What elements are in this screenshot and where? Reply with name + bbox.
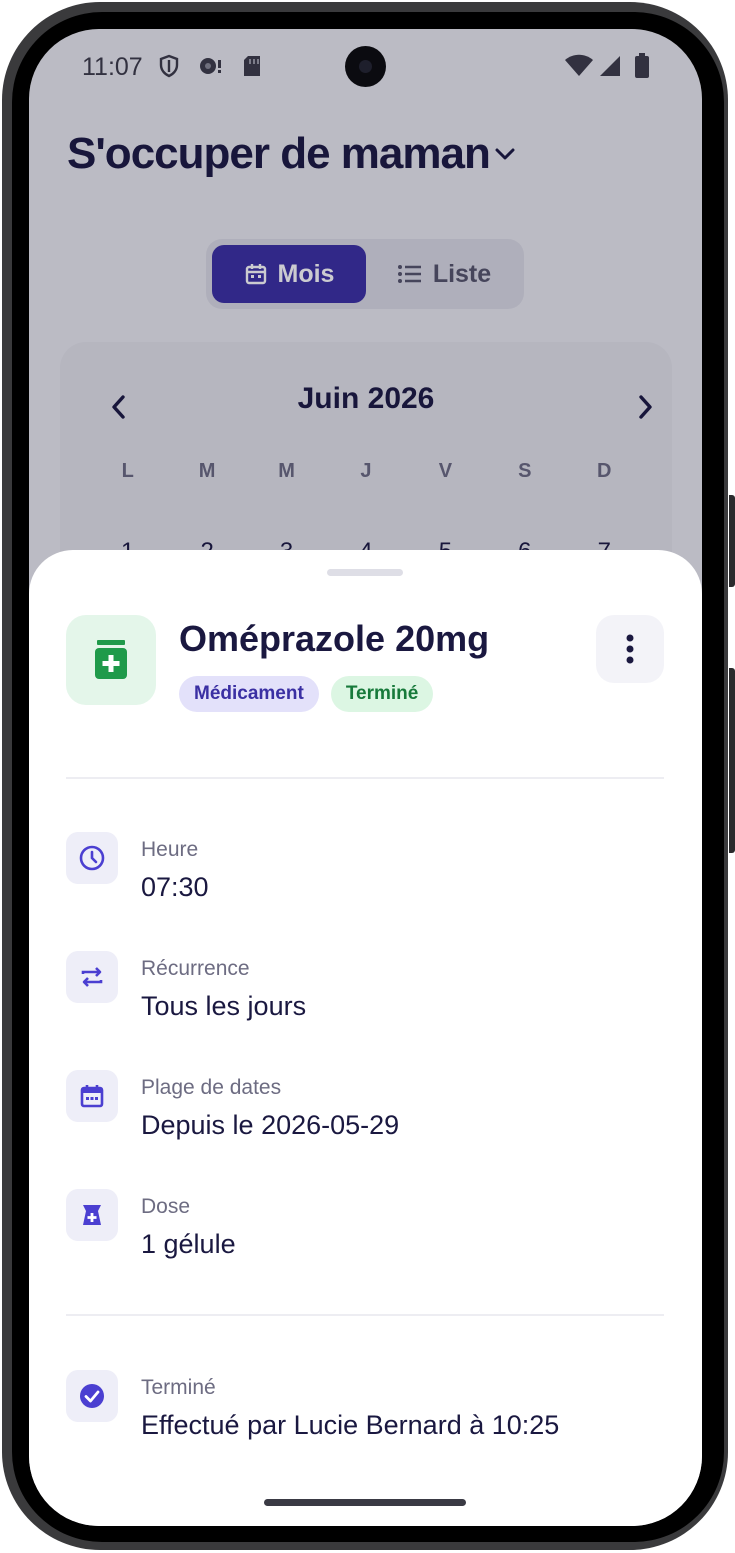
home-indicator[interactable]: [264, 1499, 466, 1506]
completion-label: Terminé: [141, 1376, 216, 1399]
detail-row-date-range: Plage de dates Depuis le 2026-05-29: [66, 1070, 666, 1150]
event-tags: Médicament Terminé: [179, 676, 445, 712]
detail-value: Depuis le 2026-05-29: [141, 1110, 400, 1140]
more-vertical-icon: [626, 634, 634, 664]
detail-row-dose: Dose 1 gélule: [66, 1189, 666, 1269]
event-detail-sheet: Oméprazole 20mg Médicament Terminé Heure…: [29, 550, 702, 1526]
detail-value: 1 gélule: [141, 1229, 236, 1259]
more-options-button[interactable]: [596, 615, 664, 683]
detail-row-recurrence: Récurrence Tous les jours: [66, 951, 666, 1031]
divider: [66, 1314, 664, 1316]
detail-label: Dose: [141, 1195, 191, 1218]
detail-value: 07:30: [141, 872, 209, 902]
completion-value: Effectué par Lucie Bernard à 10:25: [141, 1410, 560, 1440]
phone-device: 11:07 S'occuper de maman Mois Liste Juin…: [0, 0, 735, 1553]
detail-label: Récurrence: [141, 957, 250, 980]
type-badge: Médicament: [179, 676, 319, 712]
detail-label: Plage de dates: [141, 1076, 282, 1099]
sheet-drag-handle[interactable]: [327, 569, 403, 576]
pill-bottle-icon: [95, 640, 127, 679]
event-title: Oméprazole 20mg: [179, 618, 490, 659]
check-circle-icon: [66, 1370, 118, 1422]
detail-row-time: Heure 07:30: [66, 832, 666, 912]
medication-icon: [66, 1189, 118, 1241]
calendar-icon: [66, 1070, 118, 1122]
medication-avatar: [66, 615, 156, 705]
completion-row: Terminé Effectué par Lucie Bernard à 10:…: [66, 1370, 666, 1450]
screen: 11:07 S'occuper de maman Mois Liste Juin…: [29, 29, 702, 1526]
divider: [66, 777, 664, 779]
detail-value: Tous les jours: [141, 991, 307, 1021]
clock-icon: [66, 832, 118, 884]
power-button: [729, 668, 735, 853]
status-badge: Terminé: [330, 676, 434, 712]
detail-label: Heure: [141, 838, 199, 861]
repeat-icon: [66, 951, 118, 1003]
volume-button: [729, 495, 735, 587]
